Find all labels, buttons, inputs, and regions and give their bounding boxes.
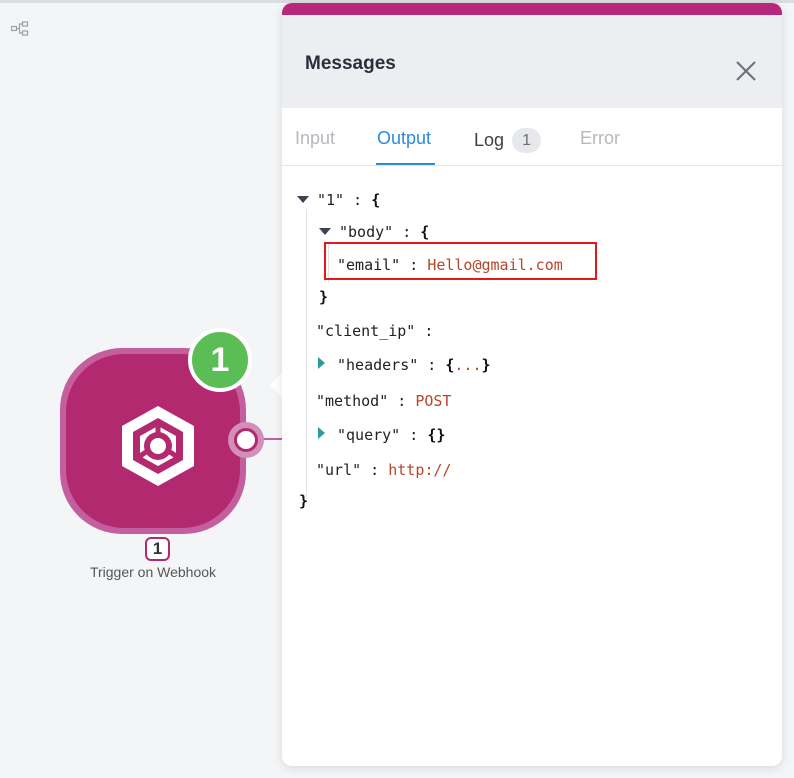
expand-headers-icon[interactable] (318, 357, 325, 369)
json-key: "url" (316, 461, 362, 479)
node-id-badge: 1 (145, 537, 170, 561)
json-row-root-close: } (299, 492, 309, 510)
node-label[interactable]: Trigger on Webhook (60, 564, 246, 580)
tree-guide-line (306, 209, 307, 503)
panel-title: Messages (305, 53, 396, 74)
json-value[interactable]: Hello@gmail.com (427, 256, 562, 274)
webhook-module-node[interactable] (60, 348, 246, 534)
messages-panel: Messages Input Output Log 1 Error "1" : {… (282, 3, 782, 766)
tab-error[interactable]: Error (580, 128, 620, 149)
collapsed-ellipsis[interactable]: ... (454, 356, 481, 374)
json-key: "method" (316, 392, 389, 410)
tree-structure-icon[interactable] (11, 21, 29, 37)
close-icon[interactable] (729, 54, 763, 88)
connector-handle[interactable] (234, 428, 258, 452)
tab-log-label: Log (474, 130, 505, 150)
json-key: "query" (337, 426, 401, 444)
log-count-badge: 1 (512, 128, 542, 153)
panel-accent-bar (282, 3, 782, 15)
json-row-root: "1" : { (297, 190, 380, 210)
json-key: "email" (337, 256, 401, 274)
json-row-query: "query" : {} (318, 425, 445, 445)
json-row-method: "method" : POST (316, 392, 452, 410)
json-value[interactable]: http:// (388, 461, 451, 479)
json-row-body: "body" : { (319, 222, 429, 242)
json-value[interactable]: POST (415, 392, 451, 410)
collapse-root-icon[interactable] (297, 196, 309, 203)
panel-header: Messages (282, 15, 782, 108)
json-key: "1" (317, 191, 345, 209)
json-key: "headers" (337, 356, 419, 374)
json-row-email: "email" : Hello@gmail.com (337, 256, 563, 274)
json-row-client-ip: "client_ip" : (316, 322, 434, 340)
tab-output[interactable]: Output (377, 128, 431, 149)
json-value: {} (427, 426, 446, 444)
active-tab-indicator (376, 163, 435, 165)
collapse-body-icon[interactable] (319, 228, 331, 235)
expand-query-icon[interactable] (318, 427, 325, 439)
message-tabs: Input Output Log 1 Error (282, 108, 782, 166)
json-row-body-close: } (319, 288, 329, 306)
json-key: "body" (339, 223, 394, 241)
json-row-headers: "headers" : {...} (318, 355, 491, 375)
webhook-hexagon-icon (122, 406, 194, 486)
tab-input[interactable]: Input (295, 128, 335, 149)
tab-log[interactable]: Log 1 (474, 128, 542, 153)
json-row-url: "url" : http:// (316, 461, 452, 479)
json-key: "client_ip" (316, 322, 416, 340)
node-body (66, 354, 240, 528)
